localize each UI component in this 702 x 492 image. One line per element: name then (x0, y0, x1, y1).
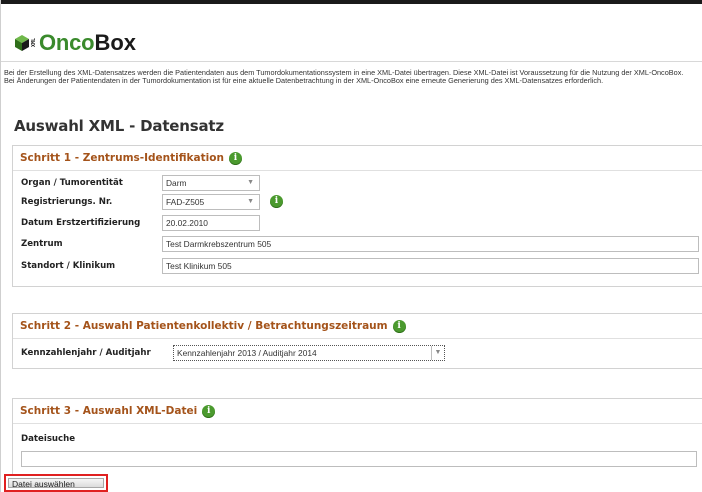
step1-title: Schritt 1 - Zentrums-Identifikation (20, 152, 224, 164)
chevron-down-icon: ▼ (247, 179, 254, 186)
info-icon[interactable]: i (270, 195, 283, 208)
step3-header: Schritt 3 - Auswahl XML-Datei i (13, 399, 702, 424)
file-select-highlight: Datei auswählen (4, 474, 108, 492)
registrierung-label: Registrierungs. Nr. (21, 197, 113, 207)
step1-panel: Schritt 1 - Zentrums-Identifikation i Or… (12, 145, 702, 287)
logo-xml-text: XML (31, 38, 37, 48)
logo-onco-text: Onco (39, 30, 95, 55)
step2-title: Schritt 2 - Auswahl Patientenkollektiv /… (20, 320, 388, 332)
info-icon[interactable]: i (392, 319, 406, 333)
registrierung-select-value: FAD-Z505 (166, 197, 205, 207)
zentrum-field[interactable]: Test Darmkrebszentrum 505 (162, 236, 699, 252)
logo-box-text: Box (94, 30, 136, 55)
info-icon[interactable]: i (228, 151, 242, 165)
oncobox-logo[interactable]: XML Onco Box (15, 30, 136, 56)
page-title: Auswahl XML - Datensatz (14, 117, 224, 135)
cube-icon (15, 35, 29, 51)
organ-select-value: Darm (166, 178, 187, 188)
kennzahlenjahr-select[interactable]: Kennzahlenjahr 2013 / Auditjahr 2014 ▼ (173, 345, 445, 361)
app-header: XML Onco Box (1, 4, 702, 62)
step3-panel: Schritt 3 - Auswahl XML-Datei i Dateisuc… (12, 398, 702, 492)
kennzahlenjahr-select-value: Kennzahlenjahr 2013 / Auditjahr 2014 (177, 348, 317, 358)
zentrum-field-value: Test Darmkrebszentrum 505 (166, 239, 272, 249)
datum-field-value: 20.02.2010 (166, 218, 208, 228)
kennzahlenjahr-label: Kennzahlenjahr / Auditjahr (21, 348, 151, 358)
dateisuche-label: Dateisuche (21, 434, 76, 444)
dateisuche-field[interactable] (21, 451, 697, 467)
datum-field[interactable]: 20.02.2010 (162, 215, 260, 231)
step1-header: Schritt 1 - Zentrums-Identifikation i (13, 146, 702, 171)
info-icon[interactable]: i (202, 404, 216, 418)
datum-label: Datum Erstzertifizierung (21, 218, 141, 228)
intro-text: Bei der Erstellung des XML-Datensatzes w… (4, 68, 684, 86)
chevron-down-icon[interactable]: ▼ (431, 346, 444, 360)
step2-panel: Schritt 2 - Auswahl Patientenkollektiv /… (12, 313, 702, 369)
organ-select[interactable]: Darm ▼ (162, 175, 260, 191)
file-select-button[interactable]: Datei auswählen (8, 478, 104, 489)
standort-field-value: Test Klinikum 505 (166, 261, 232, 271)
step3-title: Schritt 3 - Auswahl XML-Datei (20, 405, 198, 417)
standort-field[interactable]: Test Klinikum 505 (162, 258, 699, 274)
standort-label: Standort / Klinikum (21, 261, 116, 271)
chevron-down-icon: ▼ (247, 198, 254, 205)
organ-label: Organ / Tumorentität (21, 178, 123, 188)
step2-header: Schritt 2 - Auswahl Patientenkollektiv /… (13, 314, 702, 339)
registrierung-select[interactable]: FAD-Z505 ▼ (162, 194, 260, 210)
zentrum-label: Zentrum (21, 239, 63, 249)
